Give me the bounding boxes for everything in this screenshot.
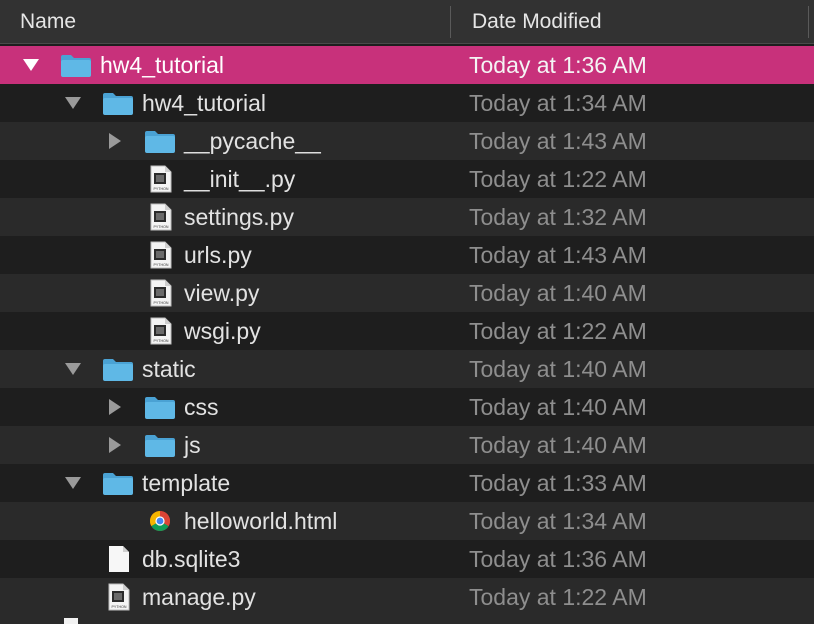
date-modified: Today at 1:22 AM [469, 166, 647, 192]
disclosure-triangle-expanded-icon[interactable] [62, 464, 84, 502]
file-row[interactable]: PYTHON urls.py Today at 1:43 AM [0, 236, 814, 274]
file-name: hw4_tutorial [142, 90, 267, 116]
file-name: helloworld.html [184, 508, 338, 534]
date-modified: Today at 1:22 AM [469, 584, 647, 610]
python-file-icon: PYTHON [144, 203, 176, 231]
file-row[interactable]: hw4_tutorial Today at 1:36 AM [0, 46, 814, 84]
file-row[interactable]: PYTHON manage.py Today at 1:22 AM [0, 578, 814, 616]
file-row[interactable]: PYTHON settings.py Today at 1:32 AM [0, 198, 814, 236]
file-name: wsgi.py [184, 318, 261, 344]
file-row[interactable]: __pycache__ Today at 1:43 AM [0, 122, 814, 160]
file-name: __pycache__ [184, 128, 321, 154]
partial-row [0, 616, 814, 624]
file-name: settings.py [184, 204, 294, 230]
folder-icon [144, 393, 176, 421]
file-name: css [184, 394, 219, 420]
svg-text:PYTHON: PYTHON [112, 605, 127, 609]
disclosure-triangle-expanded-icon[interactable] [62, 84, 84, 122]
file-row[interactable]: hw4_tutorial Today at 1:34 AM [0, 84, 814, 122]
file-name: static [142, 356, 196, 382]
date-modified: Today at 1:40 AM [469, 356, 647, 382]
file-name: __init__.py [184, 166, 296, 192]
folder-icon [102, 89, 134, 117]
file-row[interactable]: PYTHON view.py Today at 1:40 AM [0, 274, 814, 312]
svg-text:PYTHON: PYTHON [154, 301, 169, 305]
python-file-icon: PYTHON [144, 241, 176, 269]
date-modified: Today at 1:36 AM [469, 52, 647, 78]
svg-text:PYTHON: PYTHON [154, 339, 169, 343]
file-row[interactable]: PYTHON __init__.py Today at 1:22 AM [0, 160, 814, 198]
date-modified: Today at 1:40 AM [469, 394, 647, 420]
chrome-html-file-icon [144, 507, 176, 535]
finder-list-view: Name Date Modified hw4_tutorial Today at … [0, 0, 814, 624]
file-name: js [184, 432, 201, 458]
file-row[interactable]: css Today at 1:40 AM [0, 388, 814, 426]
name-column-header[interactable]: Name [20, 0, 76, 44]
file-row[interactable]: db.sqlite3 Today at 1:36 AM [0, 540, 814, 578]
file-list: hw4_tutorial Today at 1:36 AM hw4_tutorial… [0, 46, 814, 616]
date-modified: Today at 1:40 AM [469, 432, 647, 458]
date-modified: Today at 1:22 AM [469, 318, 647, 344]
file-name: db.sqlite3 [142, 546, 241, 572]
file-name: view.py [184, 280, 260, 306]
folder-icon [144, 127, 176, 155]
date-modified: Today at 1:43 AM [469, 128, 647, 154]
python-file-icon: PYTHON [144, 279, 176, 307]
file-row[interactable]: PYTHON wsgi.py Today at 1:22 AM [0, 312, 814, 350]
date-modified: Today at 1:34 AM [469, 90, 647, 116]
column-divider[interactable] [450, 6, 451, 38]
blank-document-icon [102, 545, 134, 573]
column-divider[interactable] [808, 6, 809, 38]
document-icon [64, 618, 78, 624]
folder-icon [102, 355, 134, 383]
date-modified: Today at 1:40 AM [469, 280, 647, 306]
date-modified: Today at 1:34 AM [469, 508, 647, 534]
folder-icon [102, 469, 134, 497]
disclosure-triangle-collapsed-icon[interactable] [104, 388, 126, 426]
file-row[interactable]: js Today at 1:40 AM [0, 426, 814, 464]
file-name: urls.py [184, 242, 252, 268]
python-file-icon: PYTHON [144, 317, 176, 345]
folder-icon [60, 51, 92, 79]
folder-icon [144, 431, 176, 459]
date-modified: Today at 1:36 AM [469, 546, 647, 572]
svg-text:PYTHON: PYTHON [154, 225, 169, 229]
file-row[interactable]: helloworld.html Today at 1:34 AM [0, 502, 814, 540]
disclosure-triangle-collapsed-icon[interactable] [104, 122, 126, 160]
disclosure-triangle-expanded-icon[interactable] [20, 46, 42, 84]
python-file-icon: PYTHON [102, 583, 134, 611]
file-row[interactable]: static Today at 1:40 AM [0, 350, 814, 388]
date-modified: Today at 1:32 AM [469, 204, 647, 230]
column-header-bar: Name Date Modified [0, 0, 814, 44]
disclosure-triangle-expanded-icon[interactable] [62, 350, 84, 388]
disclosure-triangle-collapsed-icon[interactable] [104, 426, 126, 464]
file-name: manage.py [142, 584, 256, 610]
date-modified-column-header[interactable]: Date Modified [472, 0, 602, 44]
file-row[interactable]: template Today at 1:33 AM [0, 464, 814, 502]
date-modified: Today at 1:33 AM [469, 470, 647, 496]
file-name: hw4_tutorial [100, 52, 225, 78]
svg-text:PYTHON: PYTHON [154, 263, 169, 267]
date-modified: Today at 1:43 AM [469, 242, 647, 268]
file-name: template [142, 470, 231, 496]
svg-text:PYTHON: PYTHON [154, 187, 169, 191]
python-file-icon: PYTHON [144, 165, 176, 193]
